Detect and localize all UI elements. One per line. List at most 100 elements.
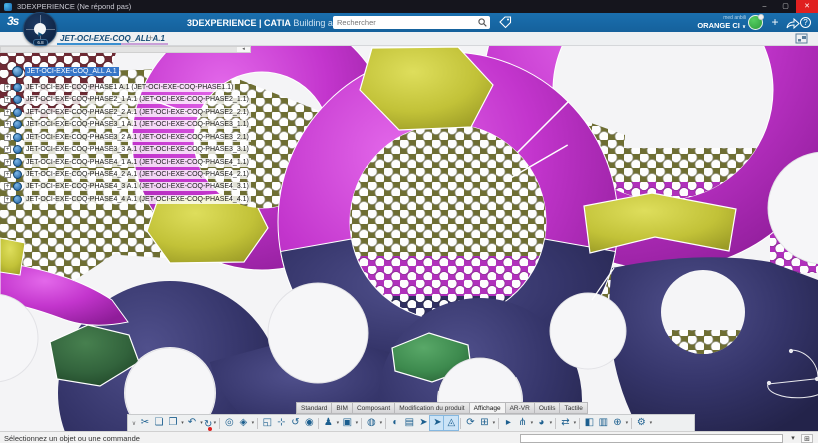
copy-icon[interactable]: ❏: [152, 416, 166, 430]
undo-icon[interactable]: ↶: [185, 416, 199, 430]
compass-play-icon[interactable]: ▶: [34, 23, 46, 35]
pan-icon[interactable]: ⊹: [274, 416, 288, 430]
paste-icon[interactable]: ❐: [166, 416, 180, 430]
status-grid-icon[interactable]: ⊞: [801, 434, 813, 443]
tab-standard[interactable]: Standard: [296, 402, 331, 414]
dropdown-caret-icon[interactable]: ▾: [572, 420, 577, 426]
scrollbar-left-arrow-icon[interactable]: ◂: [237, 47, 250, 52]
tab-outils[interactable]: Outils: [534, 402, 560, 414]
rotate-icon[interactable]: ↺: [288, 416, 302, 430]
product-node-icon[interactable]: [13, 83, 22, 92]
add-content-button[interactable]: +: [767, 15, 783, 29]
tree-node[interactable]: + JET-OCI-EXE-COQ-PHASE4_1 A.1 (JET-OCI-…: [4, 157, 251, 168]
tab-composant[interactable]: Composant: [352, 402, 394, 414]
product-node-icon[interactable]: [13, 195, 22, 204]
tab-affichage[interactable]: Affichage: [469, 402, 505, 414]
cut-icon[interactable]: ✂: [138, 416, 152, 430]
tab-modification-du-produit[interactable]: Modification du produit: [394, 402, 468, 414]
dropdown-caret-icon[interactable]: ▾: [491, 420, 496, 426]
minimize-button[interactable]: –: [754, 0, 775, 13]
tree-node-label[interactable]: JET-OCI-EXE-COQ-PHASE2_1 A.1 (JET-OCI-EX…: [24, 95, 251, 104]
world-view-icon[interactable]: ◕: [534, 416, 548, 430]
search-icon[interactable]: [478, 18, 487, 27]
tree-node[interactable]: + JET-OCI-EXE-COQ-PHASE2_1 A.1 (JET-OCI-…: [4, 94, 251, 105]
new-tab-button[interactable]: +: [148, 33, 153, 43]
tree-node-label[interactable]: JET-OCI-EXE-COQ-PHASE3_1 A.1 (JET-OCI-EX…: [24, 120, 251, 129]
select-cursor-icon[interactable]: ➤: [416, 416, 430, 430]
command-field[interactable]: [520, 434, 783, 443]
tree-node[interactable]: + JET-OCI-EXE-COQ-PHASE4_3 A.1 (JET-OCI-…: [4, 181, 251, 192]
product-node-icon[interactable]: [13, 182, 22, 191]
tree-node[interactable]: + JET-OCI-EXE-COQ-PHASE4_2 A.1 (JET-OCI-…: [4, 169, 251, 180]
tree-root-node[interactable]: JET-OCI-EXE-COQ_ALL A.1: [12, 66, 119, 77]
expander-icon[interactable]: +: [4, 183, 11, 190]
update-button[interactable]: ↻: [204, 414, 212, 432]
tree-node-label[interactable]: JET-OCI-EXE-COQ-PHASE2_2 A.1 (JET-OCI-EX…: [24, 108, 251, 117]
product-node-icon[interactable]: [13, 108, 22, 117]
product-node-icon[interactable]: [13, 170, 22, 179]
expander-icon[interactable]: +: [4, 109, 11, 116]
fit-all-icon[interactable]: ◱: [260, 416, 274, 430]
expander-icon[interactable]: +: [4, 134, 11, 141]
tag-icon[interactable]: [499, 16, 512, 29]
tab-tactile[interactable]: Tactile: [559, 402, 587, 414]
perspective-icon[interactable]: ▣: [340, 416, 354, 430]
maximize-button[interactable]: ▢: [775, 0, 796, 13]
expand-next-icon[interactable]: ▸: [501, 416, 515, 430]
tree-root-label[interactable]: JET-OCI-EXE-COQ_ALL A.1: [25, 67, 119, 76]
zoom-icon[interactable]: ◉: [302, 416, 316, 430]
tree-node[interactable]: + JET-OCI-EXE-COQ-PHASE3_1 A.1 (JET-OCI-…: [4, 119, 251, 130]
user-tenant[interactable]: ORANGE CI ∨: [694, 21, 746, 30]
tree-node[interactable]: + JET-OCI-EXE-COQ-PHASE4_4 A.1 (JET-OCI-…: [4, 194, 251, 205]
iso-view-icon[interactable]: ◈: [236, 416, 250, 430]
dropdown-caret-icon[interactable]: ▾: [250, 420, 255, 426]
product-node-icon[interactable]: [13, 145, 22, 154]
search-model-icon[interactable]: ◎: [222, 416, 236, 430]
materials-icon[interactable]: ◧: [582, 416, 596, 430]
screen-display-icon[interactable]: ▥: [596, 416, 610, 430]
dropdown-caret-icon[interactable]: ▾: [624, 420, 629, 426]
product-node-icon[interactable]: [13, 120, 22, 129]
3dexperience-compass[interactable]: ▶ 6.8: [23, 12, 57, 46]
expander-icon[interactable]: +: [4, 84, 11, 91]
dropdown-caret-icon[interactable]: ▾: [648, 420, 653, 426]
tree-node[interactable]: + JET-OCI-EXE-COQ-PHASE2_2 A.1 (JET-OCI-…: [4, 107, 251, 118]
close-button[interactable]: ✕: [796, 0, 818, 13]
tree-horizontal-scrollbar[interactable]: ◂: [0, 46, 251, 53]
share-icon[interactable]: [786, 17, 800, 29]
tree-node-label[interactable]: JET-OCI-EXE-COQ-PHASE4_3 A.1 (JET-OCI-EX…: [24, 182, 251, 191]
globe-render-icon[interactable]: ◐: [388, 416, 402, 430]
expander-icon[interactable]: +: [4, 196, 11, 203]
scrollbar-thumb[interactable]: [1, 47, 237, 52]
swap-views-icon[interactable]: ⇄: [558, 416, 572, 430]
product-node-icon[interactable]: [13, 158, 22, 167]
tree-node-label[interactable]: JET-OCI-EXE-COQ-PHASE4_1 A.1 (JET-OCI-EX…: [24, 158, 251, 167]
tab-ar-vr[interactable]: AR-VR: [505, 402, 534, 414]
multi-viewport-icon[interactable]: ⊞: [477, 416, 491, 430]
walk-mode-icon[interactable]: ♟: [321, 416, 335, 430]
product-node-icon[interactable]: [13, 95, 22, 104]
dropdown-caret-icon[interactable]: ▾: [548, 420, 553, 426]
capture-icon[interactable]: ▤: [402, 416, 416, 430]
expander-icon[interactable]: +: [4, 171, 11, 178]
tree-node[interactable]: + JET-OCI-EXE-COQ-PHASE3_2 A.1 (JET-OCI-…: [4, 132, 251, 143]
expander-icon[interactable]: +: [4, 121, 11, 128]
collapse-actionbar-icon[interactable]: ∨: [130, 420, 138, 427]
search-input[interactable]: [333, 18, 478, 27]
tree-node-label[interactable]: JET-OCI-EXE-COQ-PHASE1 A.1 (JET-OCI-EXE-…: [24, 83, 235, 92]
status-dropdown-icon[interactable]: ▾: [787, 434, 799, 443]
avatar[interactable]: [748, 15, 763, 30]
help-button[interactable]: ?: [800, 17, 811, 28]
expander-icon[interactable]: +: [4, 146, 11, 153]
tree-node-label[interactable]: JET-OCI-EXE-COQ-PHASE3_2 A.1 (JET-OCI-EX…: [24, 133, 251, 142]
update-view-icon[interactable]: ⟳: [463, 416, 477, 430]
design-tree-icon[interactable]: ⋔: [515, 416, 529, 430]
highlight-cursor-icon[interactable]: ➤: [430, 416, 444, 430]
product-node-icon[interactable]: [13, 133, 22, 142]
avatar-settings-icon[interactable]: ⚙: [634, 416, 648, 430]
tree-node-label[interactable]: JET-OCI-EXE-COQ-PHASE4_4 A.1 (JET-OCI-EX…: [24, 195, 251, 204]
product-root-icon[interactable]: [12, 66, 23, 77]
tree-node-label[interactable]: JET-OCI-EXE-COQ-PHASE3_3 A.1 (JET-OCI-EX…: [24, 145, 251, 154]
tree-node[interactable]: + JET-OCI-EXE-COQ-PHASE3_3 A.1 (JET-OCI-…: [4, 144, 251, 155]
window-layout-icon[interactable]: [795, 33, 809, 45]
